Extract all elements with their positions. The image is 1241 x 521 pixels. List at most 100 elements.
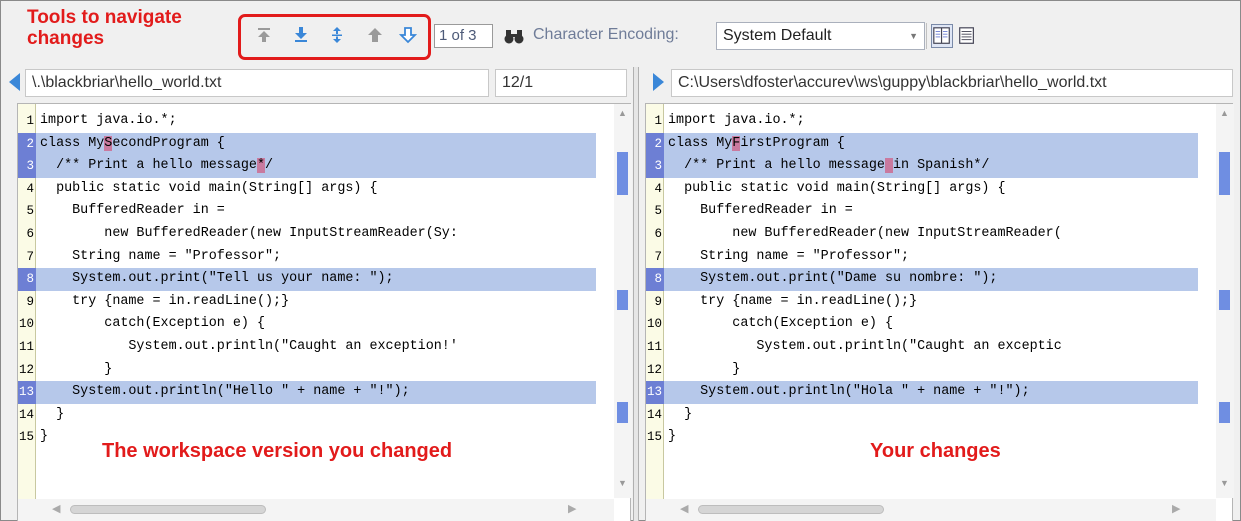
side-by-side-icon [933, 27, 950, 44]
code-line: 4 public static void main(String[] args)… [18, 178, 596, 201]
left-file-path: \.\blackbriar\hello_world.txt [25, 69, 489, 97]
left-arrow-icon[interactable] [9, 73, 20, 91]
left-vertical-scrollbar[interactable]: ▲ ▼ [614, 104, 632, 498]
unified-view-icon [959, 27, 974, 44]
download-icon [295, 27, 307, 42]
code-text: } [40, 359, 112, 382]
code-text: String name = "Professor"; [668, 246, 909, 269]
expand-icon [332, 27, 342, 43]
line-number: 1 [654, 114, 662, 128]
encoding-select[interactable]: System Default ▼ [716, 22, 925, 50]
left-cursor-position: 12/1 [495, 69, 627, 97]
code-line: 14 } [18, 404, 596, 427]
change-marker [617, 290, 628, 310]
scroll-up-icon[interactable]: ▲ [1220, 108, 1229, 118]
code-segment: new BufferedReader(new InputStreamReader… [668, 226, 1062, 241]
scroll-left-icon[interactable]: ◀ [680, 502, 688, 515]
right-vertical-scrollbar[interactable]: ▲ ▼ [1216, 104, 1234, 498]
code-segment: } [40, 406, 65, 422]
right-horizontal-scrollbar[interactable]: ◀ ▶ [646, 499, 1216, 521]
code-segment: BufferedReader in = [668, 203, 853, 219]
code-segment: } [668, 361, 741, 377]
code-text: class MySecondProgram { [40, 133, 225, 156]
side-by-side-view-button[interactable] [931, 24, 953, 48]
chevron-down-icon: ▼ [909, 31, 918, 41]
line-number: 8 [18, 268, 36, 291]
code-text: public static void main(String[] args) { [40, 178, 378, 201]
code-segment: econdProgram { [112, 135, 225, 151]
right-hscroll-thumb[interactable] [698, 505, 884, 514]
code-segment: catch(Exception e) { [668, 316, 893, 332]
left-hscroll-thumb[interactable] [70, 505, 266, 514]
change-marker [617, 152, 628, 195]
scroll-left-icon[interactable]: ◀ [52, 502, 60, 515]
code-segment: public static void main(String[] args) { [40, 180, 378, 196]
line-number: 2 [646, 132, 664, 156]
line-number: 3 [18, 155, 36, 178]
code-segment: System.out.println("Hello " + name + "!"… [40, 384, 410, 400]
pane-splitter[interactable] [633, 67, 639, 521]
line-number: 3 [646, 155, 664, 178]
code-line: 6 new BufferedReader(new InputStreamRead… [18, 223, 596, 246]
line-number: 7 [26, 249, 34, 264]
line-number: 14 [18, 407, 34, 422]
change-count-field[interactable]: 1 of 3 [434, 24, 493, 48]
code-line: 5 BufferedReader in = [646, 200, 1198, 223]
next-change-icon [399, 27, 417, 44]
line-number: 15 [18, 430, 34, 445]
code-line: 10 catch(Exception e) { [18, 313, 596, 336]
code-text: } [668, 404, 692, 427]
code-segment: } [668, 406, 693, 422]
code-segment: in Spanish*/ [893, 158, 990, 174]
line-number: 11 [18, 340, 34, 354]
left-code-pane[interactable]: 1 import java.io.*; 2 class MySecondProgram… [17, 103, 632, 521]
code-line: 2 class MySecondProgram { [18, 132, 596, 156]
code-line: 2 class MyFirstProgram { [646, 132, 1198, 156]
char-diff-highlight: * [256, 158, 266, 174]
scroll-right-icon[interactable]: ▶ [568, 502, 576, 515]
code-text: import java.io.*; [668, 110, 805, 133]
code-text: String name = "Professor"; [40, 246, 281, 269]
right-arrow-icon[interactable] [653, 73, 664, 91]
line-number: 12 [18, 362, 34, 377]
code-text: catch(Exception e) { [40, 313, 265, 336]
code-segment: import java.io.*; [40, 113, 177, 128]
first-change-button[interactable] [254, 25, 274, 45]
scroll-up-icon[interactable]: ▲ [618, 108, 627, 118]
code-segment: System.out.println("Caught an exception!… [40, 339, 458, 354]
code-line: 1 import java.io.*; [18, 110, 596, 133]
code-line: 14 } [646, 404, 1198, 427]
annotation-left-pane: The workspace version you changed [102, 440, 453, 462]
code-line: 5 BufferedReader in = [18, 200, 596, 223]
code-segment: } [40, 361, 113, 377]
right-code-pane[interactable]: 1 import java.io.*; 2 class MyFirstProgram … [645, 103, 1234, 521]
line-number: 4 [26, 181, 34, 196]
first-change-icon [258, 28, 270, 42]
code-text: BufferedReader in = [40, 200, 225, 223]
code-segment: import java.io.*; [668, 113, 805, 128]
line-number: 10 [646, 317, 662, 332]
code-line: 11 System.out.println("Caught an excepti… [18, 336, 596, 359]
binoculars-icon[interactable] [503, 27, 525, 45]
scroll-right-icon[interactable]: ▶ [1172, 502, 1180, 515]
code-line: 11 System.out.println("Caught an excepti… [646, 336, 1198, 359]
toolbar-separator [926, 23, 927, 49]
change-marker [1219, 290, 1230, 310]
code-segment: class My [668, 135, 733, 151]
code-line: 3 /** Print a hello message*/ [18, 155, 596, 178]
previous-change-button[interactable] [365, 25, 385, 45]
scroll-down-icon[interactable]: ▼ [618, 478, 627, 488]
right-file-path: C:\Users\dfoster\accurev\ws\guppy\blackb… [671, 69, 1233, 97]
code-text: public static void main(String[] args) { [668, 178, 1005, 201]
scroll-down-icon[interactable]: ▼ [1220, 478, 1229, 488]
change-marker [1219, 402, 1230, 423]
download-button[interactable] [291, 25, 311, 45]
code-text: } [40, 426, 48, 449]
expand-button[interactable] [327, 25, 347, 45]
code-line: 12 } [18, 359, 596, 382]
left-horizontal-scrollbar[interactable]: ◀ ▶ [18, 499, 614, 521]
unified-view-button[interactable] [956, 24, 978, 48]
line-number: 7 [654, 249, 662, 264]
next-change-button[interactable] [398, 25, 418, 45]
code-text: } [668, 426, 676, 449]
